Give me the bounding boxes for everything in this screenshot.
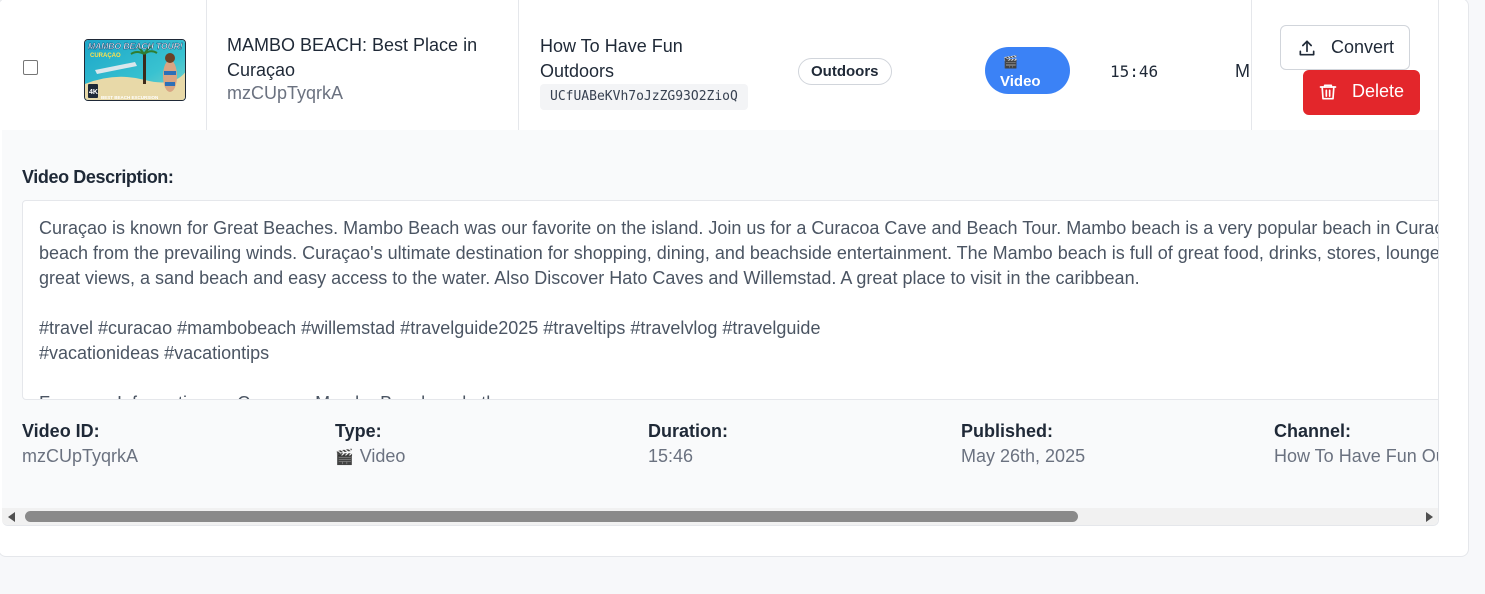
row-select-checkbox[interactable] bbox=[23, 60, 38, 75]
channel-id-code: UCfUABeKVh7oJzZG93O2ZioQ bbox=[540, 84, 748, 110]
meta-label: Video ID: bbox=[22, 421, 100, 441]
thumbnail-footer: BEST BEACH EXCURSION bbox=[101, 95, 158, 100]
convert-button-label: Convert bbox=[1331, 37, 1395, 57]
video-thumbnail[interactable]: 4K MAMBO BEACH TOUR! CURAÇAO BEST BEACH … bbox=[84, 39, 186, 101]
meta-label: Channel: bbox=[1274, 421, 1352, 441]
meta-channel: Channel: How To Have Fun Outdoors bbox=[1274, 421, 1438, 467]
video-id-text: mzCUpTyqrkA bbox=[227, 83, 344, 103]
scroll-left-arrow-icon[interactable] bbox=[8, 512, 15, 522]
meta-label: Duration: bbox=[648, 421, 728, 441]
scroll-right-arrow-icon[interactable] bbox=[1426, 512, 1433, 522]
meta-value: 🎬 Video bbox=[335, 446, 405, 467]
meta-value: 15:46 bbox=[648, 446, 694, 466]
meta-type-value: Video bbox=[359, 446, 406, 466]
meta-type: Type: 🎬 Video bbox=[335, 421, 405, 467]
column-divider bbox=[518, 0, 519, 130]
column-divider bbox=[206, 0, 207, 130]
category-badge: Outdoors bbox=[798, 58, 892, 85]
duration-text: 15:46 bbox=[1110, 62, 1159, 81]
convert-button[interactable]: Convert bbox=[1280, 25, 1410, 70]
scrollbar-thumb[interactable] bbox=[25, 511, 1078, 522]
upload-icon bbox=[1297, 38, 1317, 63]
meta-label: Published: bbox=[961, 421, 1054, 441]
table-row: 4K MAMBO BEACH TOUR! CURAÇAO BEST BEACH … bbox=[2, 0, 1438, 130]
channel-name[interactable]: How To Have Fun Outdoors bbox=[540, 34, 740, 84]
published-text-truncated: M bbox=[1235, 61, 1250, 81]
meta-value: mzCUpTyqrkA bbox=[22, 446, 139, 466]
meta-value: May 26th, 2025 bbox=[961, 446, 1086, 466]
meta-published: Published: May 26th, 2025 bbox=[961, 421, 1085, 467]
thumbnail-headline: MAMBO BEACH TOUR! bbox=[88, 41, 183, 51]
meta-duration: Duration: 15:46 bbox=[648, 421, 728, 467]
meta-label: Type: bbox=[335, 421, 382, 441]
delete-button[interactable]: Delete bbox=[1303, 70, 1420, 115]
videos-table-scroll-area: 4K MAMBO BEACH TOUR! CURAÇAO BEST BEACH … bbox=[2, 0, 1439, 526]
video-details-panel: Video Description: Curaçao is known for … bbox=[2, 130, 1439, 508]
type-badge: 🎬 Video bbox=[985, 47, 1070, 94]
description-box[interactable]: Curaçao is known for Great Beaches. Mamb… bbox=[22, 200, 1439, 400]
description-label: Video Description: bbox=[22, 167, 174, 187]
trash-icon bbox=[1318, 82, 1338, 107]
clapperboard-icon: 🎬 bbox=[1003, 55, 1018, 69]
horizontal-scrollbar[interactable] bbox=[2, 508, 1438, 525]
clapperboard-icon: 🎬 bbox=[335, 449, 354, 466]
thumbnail-badge: 4K bbox=[89, 89, 98, 96]
delete-button-label: Delete bbox=[1352, 81, 1405, 101]
type-badge-label: Video bbox=[1000, 73, 1041, 90]
meta-video-id: Video ID: mzCUpTyqrkA bbox=[22, 421, 138, 467]
meta-value: How To Have Fun Outdoors bbox=[1274, 446, 1438, 466]
description-text: Curaçao is known for Great Beaches. Mamb… bbox=[39, 218, 1439, 399]
thumbnail-subheadline: CURAÇAO bbox=[90, 53, 121, 59]
column-divider bbox=[1251, 0, 1252, 130]
video-title[interactable]: MAMBO BEACH: Best Place in Curaçao bbox=[227, 33, 497, 83]
